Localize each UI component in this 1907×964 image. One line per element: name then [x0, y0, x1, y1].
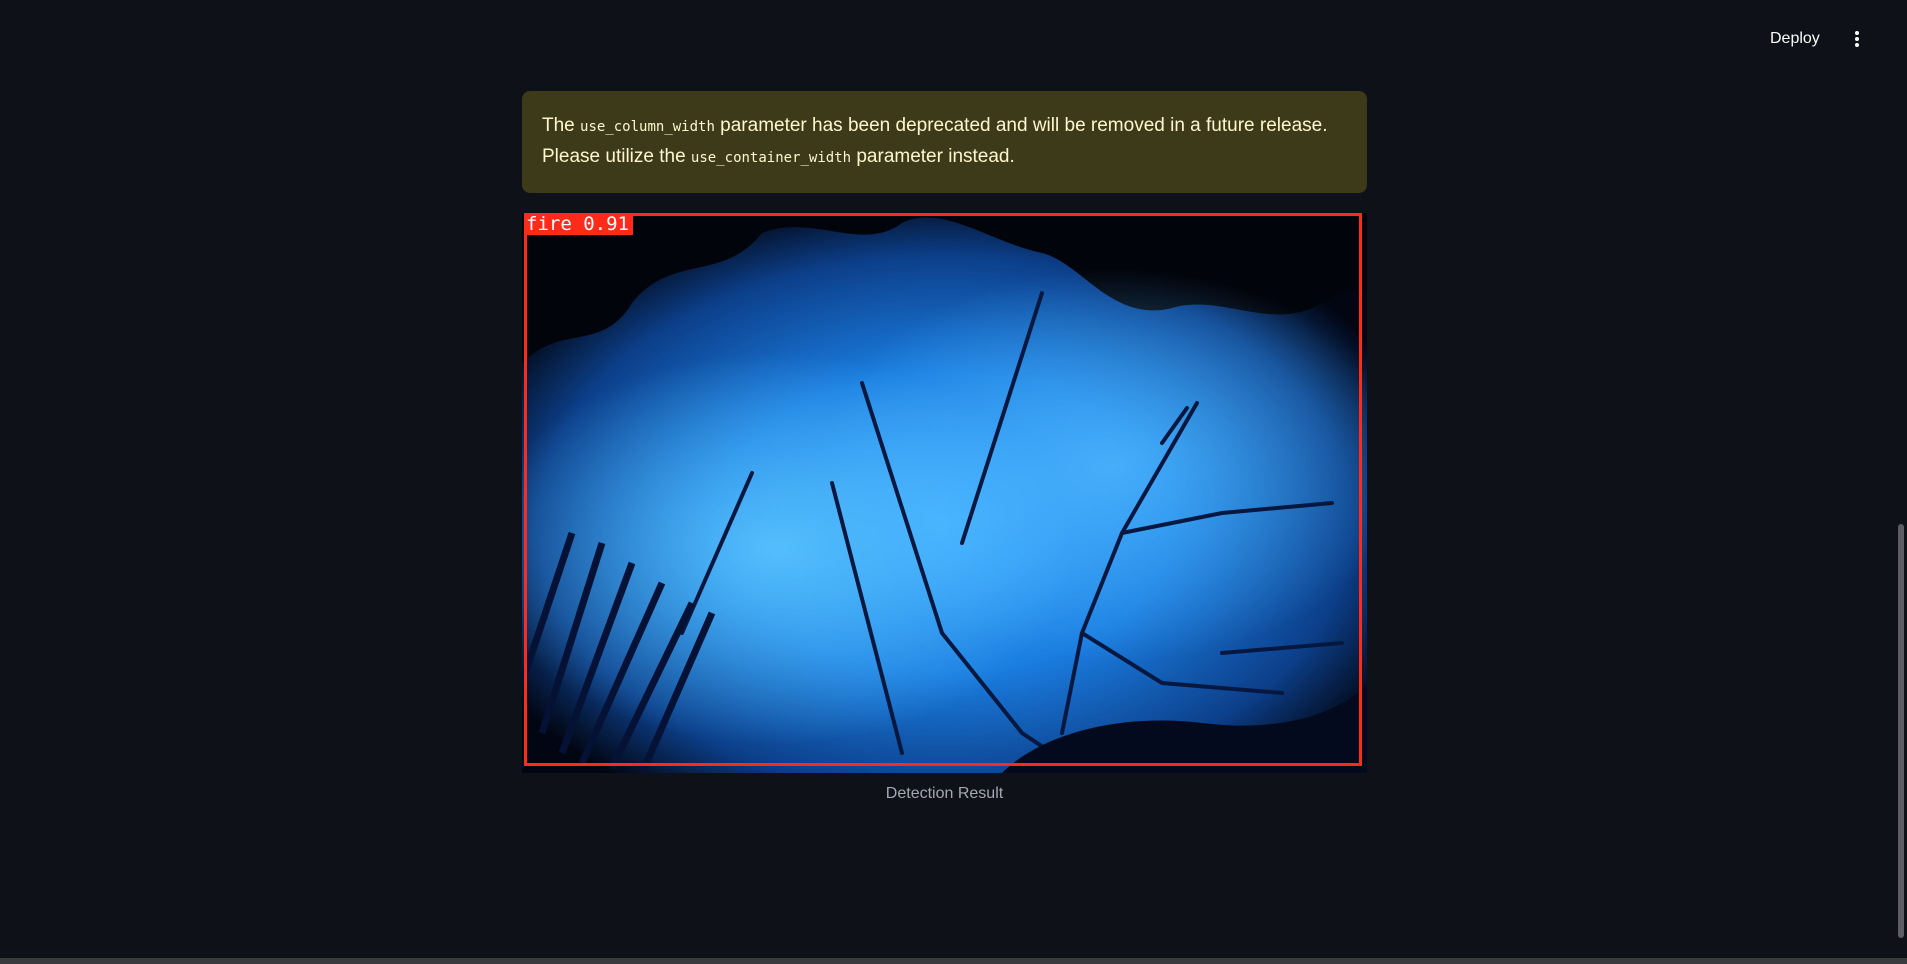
- warning-text-part: parameter instead.: [851, 146, 1015, 167]
- main-menu-button[interactable]: [1842, 24, 1872, 54]
- detection-label: fire 0.91: [524, 213, 633, 235]
- app-header: Deploy: [0, 0, 1907, 76]
- main-content: The use_column_width parameter has been …: [522, 91, 1367, 803]
- vertical-ellipsis-icon: [1855, 31, 1859, 47]
- deploy-button[interactable]: Deploy: [1760, 24, 1830, 54]
- detection-bounding-box: [524, 213, 1362, 766]
- code-use-container-width: use_container_width: [690, 150, 852, 166]
- code-use-column-width: use_column_width: [580, 119, 715, 135]
- warning-text-part: The: [542, 115, 581, 136]
- scrollbar-thumb[interactable]: [1898, 524, 1904, 938]
- deprecation-warning: The use_column_width parameter has been …: [522, 91, 1367, 193]
- detection-figure: fire 0.91 Detection Result: [522, 213, 1367, 803]
- detection-result-image: fire 0.91: [522, 213, 1367, 773]
- bottom-divider: [0, 958, 1907, 964]
- image-caption: Detection Result: [885, 785, 1004, 802]
